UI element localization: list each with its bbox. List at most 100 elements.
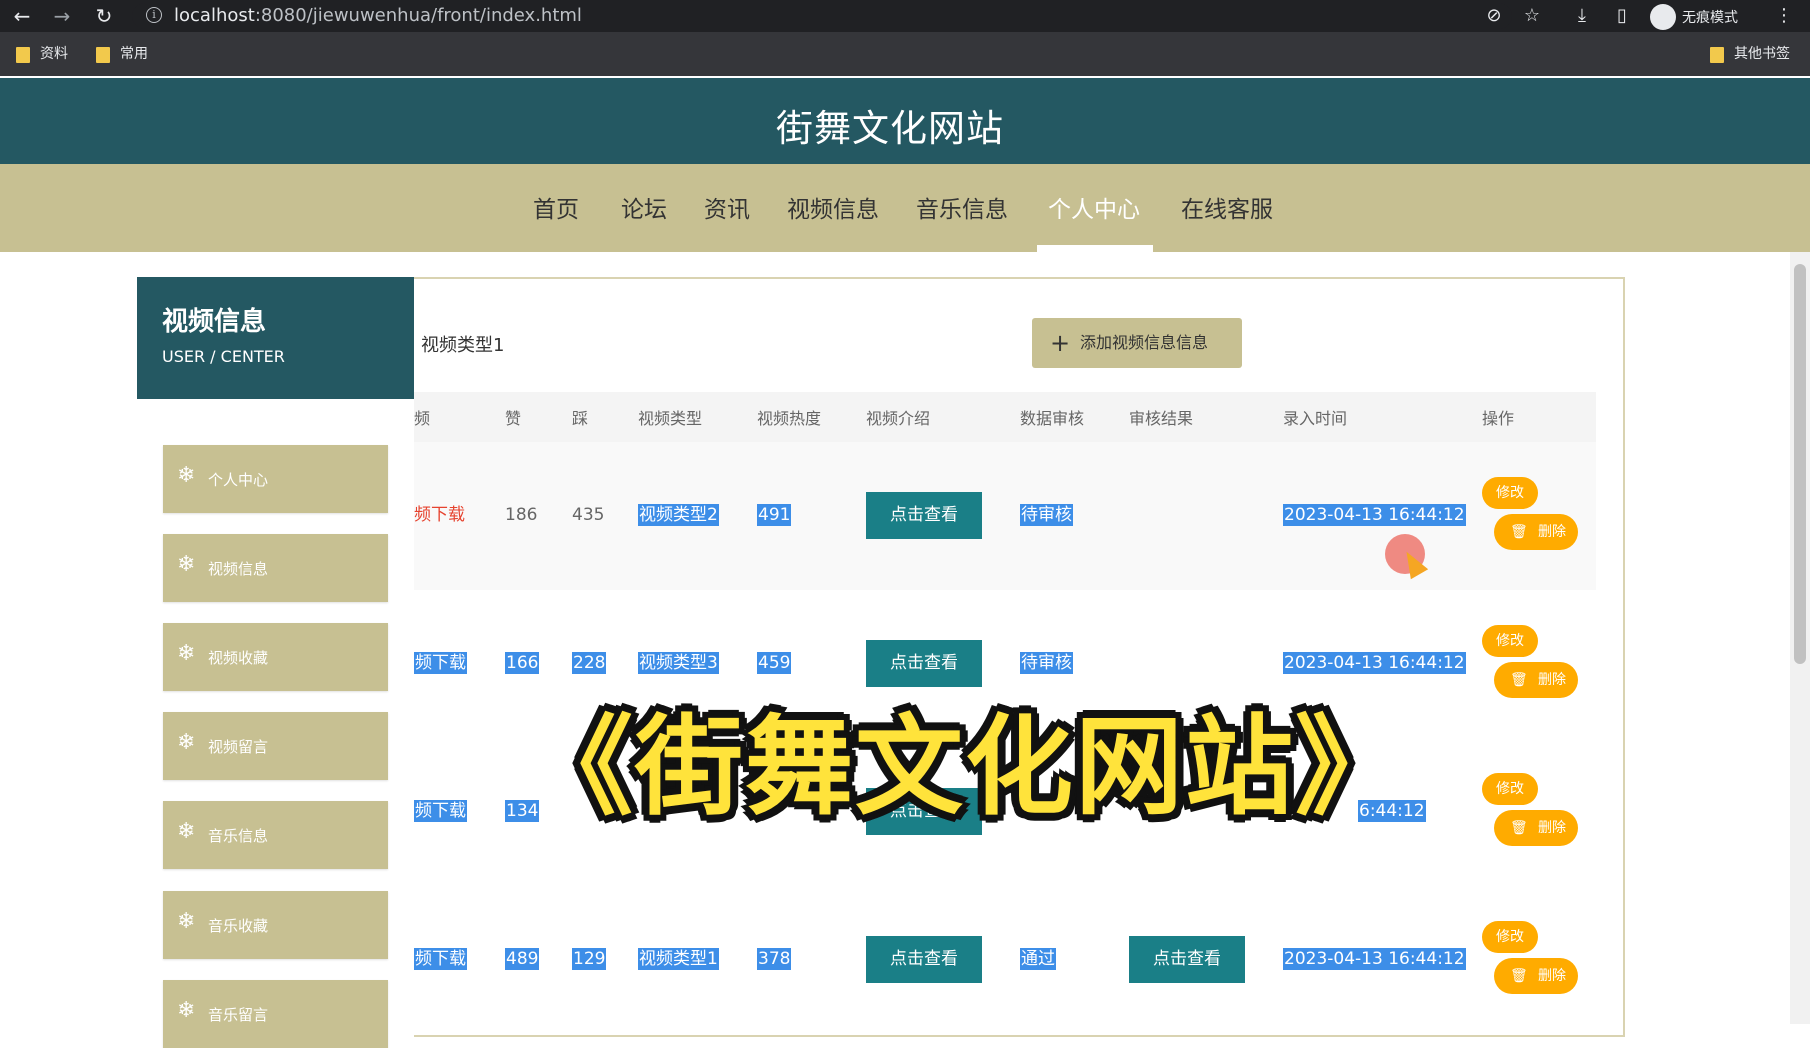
download-link[interactable]: 频下载	[414, 652, 467, 674]
col-header: 频	[414, 409, 431, 428]
video-heat: 378	[757, 948, 792, 970]
forward-icon[interactable]: →	[50, 4, 74, 28]
nav-online-service[interactable]: 在线客服	[1181, 190, 1273, 224]
table-row: 频下载 489 129 视频类型1 378 点击查看 通过 点击查看 2023-…	[414, 886, 1596, 1034]
col-header: 视频热度	[757, 409, 822, 428]
delete-button[interactable]: 🗑 删除	[1494, 662, 1578, 698]
dislike-count: 228	[572, 652, 607, 674]
like-count: 166	[505, 652, 540, 674]
nav-home[interactable]: 首页	[533, 190, 579, 224]
download-link[interactable]: 频下载	[414, 800, 467, 822]
snowflake-icon: ❄	[177, 819, 196, 844]
download-icon[interactable]: ⤓	[1570, 4, 1594, 28]
like-count: 186	[505, 505, 538, 525]
folder-icon	[16, 47, 30, 63]
nav-music[interactable]: 音乐信息	[916, 190, 1008, 224]
delete-button[interactable]: 🗑 删除	[1494, 810, 1578, 846]
review-status: 待审核	[1020, 504, 1073, 526]
scrollbar-thumb[interactable]	[1794, 264, 1806, 664]
folder-icon	[96, 47, 110, 63]
sidebar-item-music-info[interactable]: ❄ 音乐信息	[163, 801, 388, 869]
active-nav-indicator	[1037, 245, 1153, 252]
delete-button[interactable]: 🗑 删除	[1494, 514, 1578, 550]
type-filter-label: 视频类型1	[421, 335, 505, 356]
sidebar-subtitle: USER / CENTER	[162, 347, 285, 366]
other-bookmarks[interactable]: 其他书签	[1710, 44, 1790, 64]
bookmark-star-icon[interactable]: ☆	[1520, 4, 1544, 28]
bookmark-folder[interactable]: 常用	[96, 44, 148, 64]
delete-button[interactable]: 🗑 删除	[1494, 958, 1578, 994]
video-type: 视频类型1	[638, 948, 719, 970]
like-count: 489	[505, 948, 540, 970]
side-panel-icon[interactable]: ▯	[1610, 4, 1634, 28]
video-type: 视频类型2	[638, 504, 719, 526]
trash-icon: 🗑	[1510, 672, 1528, 688]
incognito-label[interactable]: 无痕模式	[1682, 7, 1738, 27]
snowflake-icon: ❄	[177, 552, 196, 577]
edit-button[interactable]: 修改	[1482, 625, 1538, 657]
sidebar-item-music-favorites[interactable]: ❄ 音乐收藏	[163, 891, 388, 959]
sidebar-header: 视频信息 USER / CENTER	[137, 277, 414, 399]
col-header: 操作	[1482, 409, 1515, 428]
snowflake-icon: ❄	[177, 730, 196, 755]
nav-personal-center[interactable]: 个人中心	[1048, 190, 1140, 224]
sidebar-item-video-favorites[interactable]: ❄ 视频收藏	[163, 623, 388, 691]
snowflake-icon: ❄	[177, 998, 196, 1023]
col-header: 数据审核	[1020, 409, 1085, 428]
menu-icon[interactable]: ⋮	[1772, 4, 1796, 28]
table-header: 频 赞 踩 视频类型 视频热度 视频介绍 数据审核 审核结果 录入时间 操作	[414, 392, 1596, 442]
video-overlay-title: 《街舞文化网站》	[524, 705, 1405, 830]
site-header: 街舞文化网站	[0, 78, 1810, 164]
video-type: 视频类型3	[638, 652, 719, 674]
nav-video[interactable]: 视频信息	[787, 190, 879, 224]
col-header: 赞	[505, 409, 522, 428]
col-header: 审核结果	[1129, 409, 1194, 428]
col-header: 视频介绍	[866, 409, 931, 428]
view-intro-button[interactable]: 点击查看	[866, 492, 982, 539]
snowflake-icon: ❄	[177, 909, 196, 934]
edit-button[interactable]: 修改	[1482, 921, 1538, 953]
snowflake-icon: ❄	[177, 641, 196, 666]
url-text[interactable]: localhost:8080/jiewuwenhua/front/index.h…	[174, 5, 582, 26]
col-header: 踩	[572, 409, 589, 428]
site-info-icon[interactable]: i	[146, 7, 162, 23]
entry-time: 2023-04-13 16:44:12	[1283, 652, 1466, 674]
bookmark-folder[interactable]: 资料	[16, 44, 68, 64]
trash-icon: 🗑	[1510, 524, 1528, 540]
back-icon[interactable]: ←	[10, 4, 34, 28]
bookmarks-bar: 资料 常用 其他书签	[0, 32, 1810, 76]
sidebar-item-video-comments[interactable]: ❄ 视频留言	[163, 712, 388, 780]
view-intro-button[interactable]: 点击查看	[866, 936, 982, 983]
sidebar-item-video-info[interactable]: ❄ 视频信息	[163, 534, 388, 602]
review-status: 通过	[1020, 948, 1056, 970]
download-link[interactable]: 频下载	[414, 948, 467, 970]
entry-time: 2023-04-13 16:44:12	[1283, 504, 1466, 526]
main-nav: 首页 论坛 资讯 视频信息 音乐信息 个人中心 在线客服	[0, 164, 1810, 252]
browser-toolbar: ← → ↻ i localhost:8080/jiewuwenhua/front…	[0, 0, 1810, 32]
folder-icon	[1710, 47, 1724, 63]
video-heat: 459	[757, 652, 792, 674]
nav-news[interactable]: 资讯	[704, 190, 750, 224]
sidebar-item-personal-center[interactable]: ❄ 个人中心	[163, 445, 388, 513]
download-link[interactable]: 频下载	[414, 504, 465, 526]
trash-icon: 🗑	[1510, 820, 1528, 836]
col-header: 视频类型	[638, 409, 703, 428]
nav-forum[interactable]: 论坛	[621, 190, 667, 224]
dislike-count: 435	[572, 505, 605, 525]
edit-button[interactable]: 修改	[1482, 773, 1538, 805]
entry-time: 2023-04-13 16:44:12	[1283, 948, 1466, 970]
incognito-icon[interactable]	[1650, 4, 1676, 30]
edit-button[interactable]: 修改	[1482, 477, 1538, 509]
sidebar-item-music-comments[interactable]: ❄ 音乐留言	[163, 980, 388, 1048]
page-scrollbar[interactable]	[1790, 252, 1810, 1024]
add-video-button[interactable]: + 添加视频信息信息	[1032, 318, 1242, 368]
blocked-icon[interactable]: ⊘	[1482, 4, 1506, 28]
dislike-count: 129	[572, 948, 607, 970]
review-status: 待审核	[1020, 652, 1073, 674]
view-result-button[interactable]: 点击查看	[1129, 936, 1245, 983]
site-title: 街舞文化网站	[776, 107, 1004, 150]
sidebar-title: 视频信息	[162, 307, 267, 337]
reload-icon[interactable]: ↻	[92, 4, 116, 28]
col-header: 录入时间	[1283, 409, 1348, 428]
content-panel: 视频类型1 + 添加视频信息信息 频 赞 踩 视频类型 视频热度 视频介绍 数据…	[414, 277, 1625, 1037]
